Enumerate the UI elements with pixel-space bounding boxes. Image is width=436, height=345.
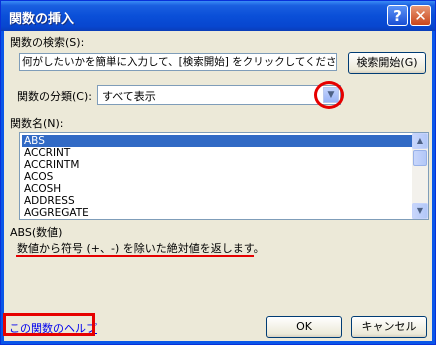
red-underline-annotation: [16, 255, 254, 257]
scroll-down-icon[interactable]: ▼: [412, 203, 428, 219]
dialog-title: 関数の挿入: [9, 12, 75, 27]
scroll-up-icon[interactable]: ▲: [412, 133, 428, 149]
title-bar[interactable]: 関数の挿入 ? ✕: [1, 1, 435, 31]
list-item[interactable]: ADDRESS: [22, 195, 412, 207]
red-box-annotation: [3, 313, 95, 336]
search-label: 関数の検索(S):: [10, 36, 85, 49]
category-select[interactable]: すべて表示 ▼: [97, 85, 341, 105]
red-circle-annotation: [314, 81, 344, 109]
question-icon: ?: [393, 7, 402, 25]
list-item[interactable]: ACOSH: [22, 183, 412, 195]
function-signature: ABS(数値): [10, 226, 63, 239]
ok-button[interactable]: OK: [266, 316, 342, 338]
search-input[interactable]: 何がしたいかを簡単に入力して、[検索開始] をクリックしてください。: [19, 53, 337, 71]
dialog-body: 関数の検索(S): 何がしたいかを簡単に入力して、[検索開始] をクリックしてく…: [3, 31, 432, 341]
close-title-button[interactable]: ✕: [410, 5, 431, 26]
list-item[interactable]: ABS: [22, 135, 412, 147]
scroll-thumb[interactable]: [413, 150, 427, 166]
function-list-label: 関数名(N):: [10, 117, 64, 130]
list-item[interactable]: AGGREGATE: [22, 207, 412, 219]
function-description: 数値から符号 (+、-) を除いた絶対値を返します。: [17, 242, 265, 255]
search-start-button[interactable]: 検索開始(G): [348, 52, 426, 74]
list-item[interactable]: ACCRINTM: [22, 159, 412, 171]
list-item[interactable]: ACCRINT: [22, 147, 412, 159]
category-label: 関数の分類(C):: [17, 90, 92, 103]
help-title-button[interactable]: ?: [387, 5, 408, 26]
dialog-window: 関数の挿入 ? ✕ 関数の検索(S): 何がしたいかを簡単に入力して、[検索開始…: [0, 0, 436, 345]
list-item[interactable]: ACOS: [22, 171, 412, 183]
close-icon: ✕: [414, 7, 427, 25]
cancel-button[interactable]: キャンセル: [351, 316, 427, 338]
category-selected-value: すべて表示: [102, 90, 156, 103]
list-scrollbar[interactable]: ▲ ▼: [412, 133, 428, 219]
function-listbox[interactable]: ABS ACCRINT ACCRINTM ACOS ACOSH ADDRESS …: [19, 132, 429, 220]
